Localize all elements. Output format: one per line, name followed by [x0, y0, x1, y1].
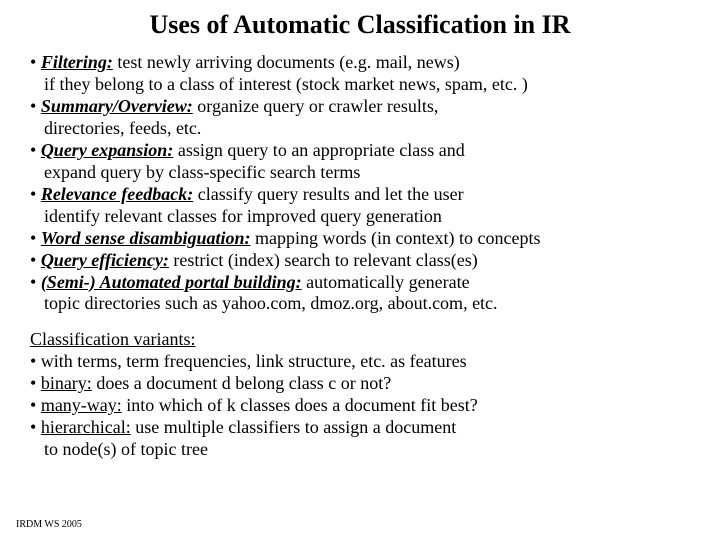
use-term: Relevance feedback: — [41, 184, 193, 204]
use-cont: directories, feeds, etc. — [30, 118, 690, 140]
variant-item: • binary: does a document d belong class… — [30, 373, 690, 395]
use-term: Word sense disambiguation: — [41, 228, 251, 248]
slide-title: Uses of Automatic Classification in IR — [30, 10, 690, 40]
variant-term: many-way: — [41, 395, 122, 415]
use-item: • Query expansion: assign query to an ap… — [30, 140, 690, 184]
variant-term: binary: — [41, 373, 92, 393]
variants-cont: to node(s) of topic tree — [30, 439, 690, 461]
use-cont: if they belong to a class of interest (s… — [30, 74, 690, 96]
variants-list: • with terms, term frequencies, link str… — [30, 351, 690, 439]
use-item: • Word sense disambiguation: mapping wor… — [30, 228, 690, 250]
use-item: • Relevance feedback: classify query res… — [30, 184, 690, 228]
use-term: Query expansion: — [41, 140, 174, 160]
variants-section: Classification variants: • with terms, t… — [30, 329, 690, 461]
use-item: • (Semi-) Automated portal building: aut… — [30, 272, 690, 316]
use-item: • Query efficiency: restrict (index) sea… — [30, 250, 690, 272]
variant-item: • with terms, term frequencies, link str… — [30, 351, 690, 373]
use-cont: identify relevant classes for improved q… — [30, 206, 690, 228]
variant-term: hierarchical: — [41, 417, 131, 437]
use-cont: topic directories such as yahoo.com, dmo… — [30, 293, 690, 315]
use-item: • Summary/Overview: organize query or cr… — [30, 96, 690, 140]
use-cont: expand query by class-specific search te… — [30, 162, 690, 184]
variant-item: • many-way: into which of k classes does… — [30, 395, 690, 417]
use-term: Filtering: — [41, 52, 113, 72]
variants-heading: Classification variants: — [30, 329, 195, 349]
use-term: Query efficiency: — [41, 250, 169, 270]
use-term: Summary/Overview: — [41, 96, 193, 116]
use-item: • Filtering: test newly arriving documen… — [30, 52, 690, 96]
slide-body: • Filtering: test newly arriving documen… — [30, 52, 690, 461]
use-term: (Semi-) Automated portal building: — [41, 272, 302, 292]
variant-item: • hierarchical: use multiple classifiers… — [30, 417, 690, 439]
uses-list: • Filtering: test newly arriving documen… — [30, 52, 690, 315]
footer: IRDM WS 2005 — [16, 519, 82, 530]
